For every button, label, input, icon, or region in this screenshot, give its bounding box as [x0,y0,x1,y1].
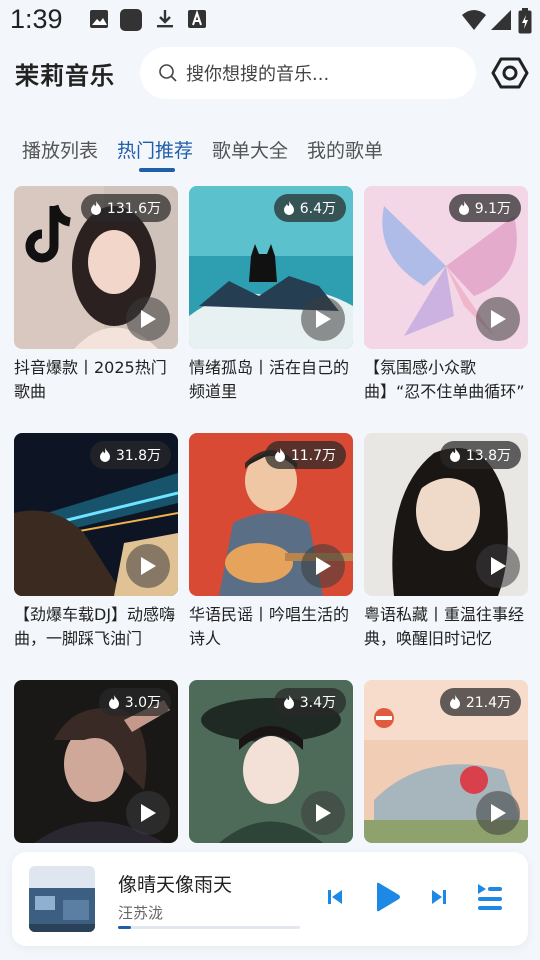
settings-icon [491,57,529,89]
playlist-cover: 21.4万 [364,680,528,843]
fire-icon [108,695,119,709]
play-count-badge: 3.0万 [98,688,171,716]
fire-icon [274,448,285,462]
download-icon [154,8,176,34]
play-icon[interactable] [301,297,345,341]
play-icon[interactable] [301,791,345,835]
tab-my-playlists[interactable]: 我的歌单 [307,136,383,163]
playlist-title: 【氛围感小众歌曲】“忍不住单曲循环” [364,358,525,401]
play-count: 6.4万 [299,201,336,217]
playlist-button[interactable] [476,882,504,916]
play-count: 11.7万 [290,448,336,464]
playlist-cover: 3.4万 [189,680,353,843]
playlist-cover: 131.6万 [14,186,178,349]
next-button[interactable] [430,888,448,910]
play-icon[interactable] [301,544,345,588]
fire-icon [283,695,294,709]
play-count: 3.0万 [124,695,161,711]
playlist-card[interactable]: 31.8万 【劲爆车载DJ】动感嗨曲，一脚踩飞油门 [14,433,178,651]
playlist-card[interactable]: 6.4万 情绪孤岛丨活在自己的频道里 [189,186,353,404]
playlist-card[interactable]: 21.4万 [364,680,528,846]
image-icon [88,8,110,34]
playlist-card[interactable]: 9.1万 【氛围感小众歌曲】“忍不住单曲循环” [364,186,528,404]
fire-icon [90,201,101,215]
play-count-badge: 3.4万 [273,688,346,716]
previous-button[interactable] [326,888,344,910]
settings-button[interactable] [490,53,530,93]
progress-bar[interactable] [118,926,300,929]
play-count: 9.1万 [474,201,511,217]
play-button[interactable] [372,882,402,916]
play-icon[interactable] [126,297,170,341]
next-icon [432,890,446,904]
playlist-cover: 3.0万 [14,680,178,843]
search-icon [158,63,178,87]
play-button-icon [377,882,400,912]
play-count-badge: 13.8万 [439,441,521,469]
now-playing-cover [29,866,95,932]
playlist-card[interactable]: 3.4万 [189,680,353,846]
tab-hot-recommend[interactable]: 热门推荐 [117,136,193,163]
previous-icon [328,890,342,904]
search-placeholder: 搜你想搜的音乐... [186,64,330,85]
play-icon[interactable] [476,791,520,835]
play-count-badge: 21.4万 [439,688,521,716]
play-icon[interactable] [476,297,520,341]
mini-player[interactable]: 像晴天像雨天 汪苏泷 [12,852,528,946]
playlist-cover: 31.8万 [14,433,178,596]
play-icon[interactable] [126,544,170,588]
playlist-card[interactable]: 131.6万 抖音爆款丨2025热门歌曲 [14,186,178,404]
fire-icon [283,201,294,215]
play-count: 131.6万 [106,201,161,217]
search-input[interactable]: 搜你想搜的音乐... [140,47,476,99]
play-icon[interactable] [126,791,170,835]
play-count: 13.8万 [465,448,511,464]
playlist-title: 粤语私藏丨重温往事经典，唤醒旧时记忆 [364,605,525,648]
play-count: 21.4万 [465,695,511,711]
playlist-title: 华语民谣丨吟唱生活的诗人 [189,605,350,648]
playlist-cover: 11.7万 [189,433,353,596]
app-icon [119,8,143,36]
play-count: 31.8万 [115,448,161,464]
tab-indicator [139,168,175,172]
play-count-badge: 9.1万 [448,194,521,222]
playlist-card[interactable]: 13.8万 粤语私藏丨重温往事经典，唤醒旧时记忆 [364,433,528,651]
fire-icon [99,448,110,462]
play-count-badge: 11.7万 [264,441,346,469]
signal-icon [489,8,513,36]
a-icon [186,8,208,34]
progress-fill [118,926,131,929]
playlist-card[interactable]: 11.7万 华语民谣丨吟唱生活的诗人 [189,433,353,651]
now-playing-title: 像晴天像雨天 [118,874,233,896]
battery-icon [518,8,532,38]
app-title: 茉莉音乐 [15,62,115,90]
playlist-card[interactable]: 3.0万 [14,680,178,846]
playlist-title: 抖音爆款丨2025热门歌曲 [14,358,167,401]
playlist-title: 情绪孤岛丨活在自己的频道里 [189,358,350,401]
now-playing-artist: 汪苏泷 [118,904,164,922]
wifi-icon [461,8,487,36]
play-count-badge: 6.4万 [273,194,346,222]
playlist-icon [478,884,502,910]
playlist-cover: 6.4万 [189,186,353,349]
play-count-badge: 131.6万 [80,194,171,222]
tab-playlist[interactable]: 播放列表 [22,136,98,163]
fire-icon [449,695,460,709]
fire-icon [458,201,469,215]
playlist-title: 【劲爆车载DJ】动感嗨曲，一脚踩飞油门 [14,605,176,648]
playlist-grid: 131.6万 抖音爆款丨2025热门歌曲 6.4万 情绪孤岛丨活在自己的频道里 [0,186,540,846]
playlist-cover: 9.1万 [364,186,528,349]
play-count: 3.4万 [299,695,336,711]
fire-icon [449,448,460,462]
status-time: 1:39 [10,4,63,34]
tab-playlist-collection[interactable]: 歌单大全 [212,136,288,163]
status-bar: 1:39 [0,0,540,44]
play-icon[interactable] [476,544,520,588]
play-count-badge: 31.8万 [89,441,171,469]
playlist-cover: 13.8万 [364,433,528,596]
